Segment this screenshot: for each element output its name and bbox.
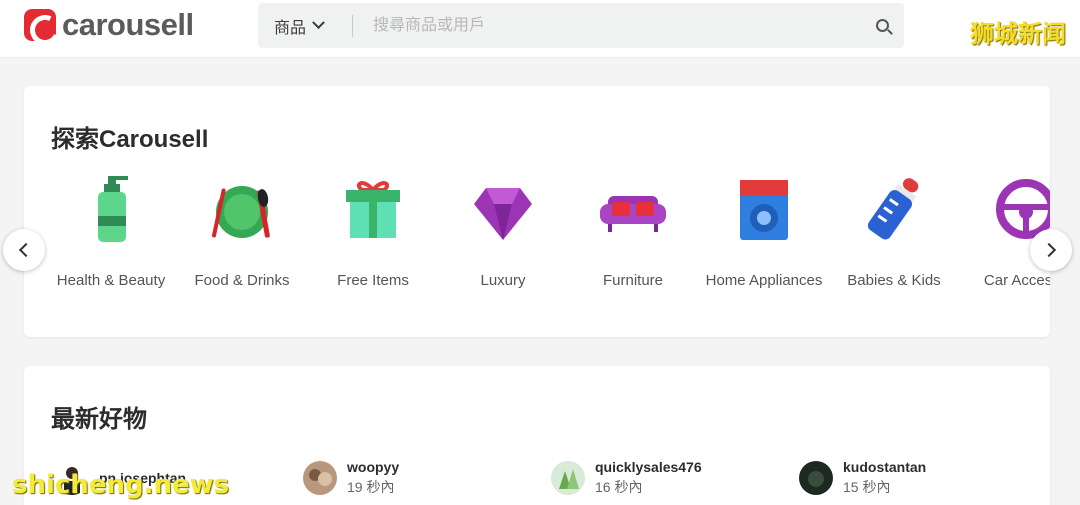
explore-section: 探索Carousell ' Health & Beauty Food & Dri… (24, 86, 1050, 337)
soap-bottle-icon (98, 176, 128, 242)
seller-name: woopyy (347, 459, 400, 475)
carousell-logo-icon (24, 9, 56, 41)
logo-text: carousell (62, 7, 194, 42)
watermark-logo: 狮城新闻 (970, 20, 1066, 48)
category-label-cutoff: ' (24, 284, 25, 301)
baby-bottle-icon (867, 178, 919, 240)
avatar (799, 461, 833, 495)
category-label: Home Appliances (705, 272, 823, 289)
category-label: Furniture (602, 272, 664, 289)
search-bar: 商品 (258, 3, 904, 48)
category-home-appliances[interactable]: Home Appliances (704, 174, 824, 293)
diamond-icon (474, 188, 532, 240)
explore-title: 探索Carousell (51, 126, 209, 153)
avatar (303, 461, 337, 495)
search-icon (875, 19, 889, 32)
plate-cutlery-icon (212, 186, 270, 238)
latest-title: 最新好物 (51, 406, 147, 433)
listing-item[interactable]: woopyy 19 秒內 (303, 458, 399, 498)
carousell-logo[interactable]: carousell (24, 7, 194, 42)
category-babies-kids[interactable]: Babies & Kids (834, 174, 954, 293)
seller-name: quicklysales476 (595, 459, 702, 475)
category-food-drinks[interactable]: Food & Drinks (182, 174, 302, 293)
sofa-icon (600, 196, 666, 232)
category-label: Food & Drinks (194, 272, 290, 289)
category-free-items[interactable]: Free Items (313, 174, 433, 293)
listing-item[interactable]: quicklysales476 16 秒內 (551, 458, 702, 498)
listing-time: 16 秒內 (595, 479, 643, 495)
chevron-left-icon (18, 242, 34, 258)
category-label: Free Items (337, 272, 409, 289)
seller-name: kudostantan (843, 459, 927, 475)
chevron-right-icon (1041, 242, 1057, 258)
listing-item[interactable]: kudostantan 15 秒內 (799, 458, 926, 498)
category-furniture[interactable]: Furniture (573, 174, 693, 293)
category-label: Health & Beauty (56, 272, 166, 289)
listing-time: 15 秒內 (843, 479, 891, 495)
chevron-down-icon (312, 16, 325, 30)
category-label: Car Accesso (983, 272, 1050, 289)
avatar (551, 461, 585, 495)
listing-time: 19 秒內 (347, 479, 395, 495)
category-carousel: ' Health & Beauty Food & Drinks (24, 174, 1050, 324)
search-category-label: 商品 (274, 19, 307, 37)
watermark-text: shicheng.news (12, 470, 230, 500)
category-label: Babies & Kids (847, 272, 941, 289)
gift-box-icon (346, 181, 400, 238)
top-bar: carousell 商品 狮城新闻 (0, 0, 1080, 58)
washing-machine-icon (740, 180, 788, 240)
search-input[interactable] (353, 5, 860, 46)
search-category-select[interactable]: 商品 (258, 14, 352, 38)
category-label: Luxury (480, 272, 526, 289)
search-button[interactable] (860, 6, 904, 46)
carousel-next-button[interactable] (1030, 229, 1072, 271)
carousel-prev-button[interactable] (3, 229, 45, 271)
category-health-beauty[interactable]: Health & Beauty (51, 174, 171, 293)
category-luxury[interactable]: Luxury (443, 174, 563, 293)
